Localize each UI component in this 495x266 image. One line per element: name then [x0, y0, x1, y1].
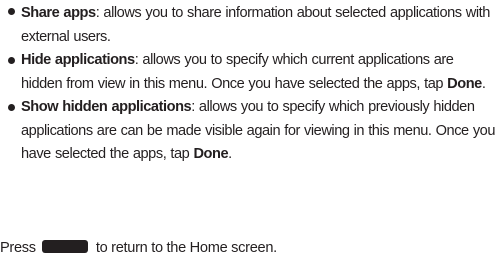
bullet-icon	[8, 8, 15, 15]
bullet-icon	[8, 104, 15, 111]
instruction-line: Press to return to the Home screen.	[0, 237, 277, 260]
keyword-done: Done	[193, 146, 229, 162]
sentence-end: .	[228, 146, 232, 162]
sentence-end: .	[481, 75, 486, 92]
bullet-list: Share apps: allows you to share informat…	[0, 0, 495, 167]
manual-page: Share apps: allows you to share informat…	[0, 0, 495, 266]
bullet-icon	[8, 57, 15, 64]
keyword-done: Done	[447, 75, 482, 92]
list-item-share-apps: Share apps: allows you to share informat…	[0, 0, 495, 49]
list-item-show-hidden-applications: Show hidden applications: allows you to …	[0, 96, 495, 167]
term-share-apps: Share apps	[21, 5, 96, 21]
home-key-icon	[41, 240, 88, 253]
list-item-hide-applications: Hide applications: allows you to specify…	[0, 49, 495, 96]
term-show-hidden-applications: Show hidden applications	[21, 99, 192, 115]
term-hide-applications: Hide applications	[21, 52, 135, 68]
return-home-text: to return to the Home screen.	[95, 240, 277, 256]
press-text: Press	[0, 240, 36, 256]
